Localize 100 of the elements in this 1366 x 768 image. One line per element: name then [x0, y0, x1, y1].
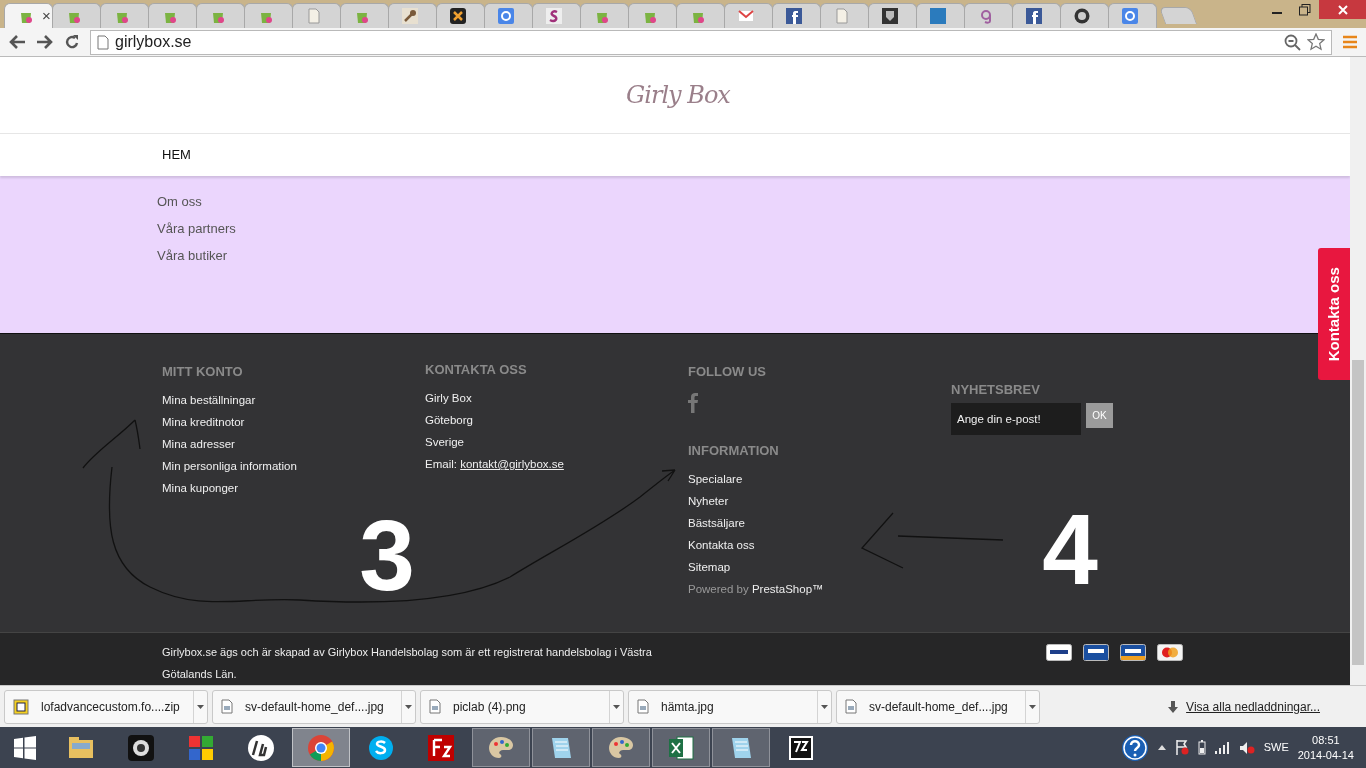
caret-icon	[613, 704, 620, 709]
footer-heading: NYHETSBREV	[951, 382, 1040, 398]
zoom-out-icon[interactable]	[1284, 33, 1301, 51]
dropdown-button[interactable]	[401, 690, 415, 723]
envelope-icon	[738, 8, 754, 24]
page-icon	[834, 8, 850, 24]
windows-start-icon[interactable]	[13, 735, 37, 760]
dropdown-button[interactable]	[193, 690, 207, 723]
clock-date[interactable]: 2014-04-14	[1297, 747, 1354, 763]
footer-link[interactable]: Nyheter	[688, 494, 729, 508]
browser-tab[interactable]	[772, 3, 821, 28]
contact-tab[interactable]: Kontakta oss	[1318, 248, 1350, 380]
annotation-number: 3	[359, 499, 415, 611]
puzzle-icon	[187, 733, 215, 762]
close-tab-button[interactable]: ×	[42, 8, 51, 23]
filezilla-logo-icon	[427, 733, 455, 762]
dropdown-button[interactable]	[817, 690, 831, 723]
image-file-icon	[845, 699, 857, 714]
footer-link[interactable]: Sitemap	[688, 560, 731, 574]
f-logo-icon	[1026, 8, 1042, 24]
show-all-downloads-link[interactable]: Visa alla nedladdningar...	[1186, 697, 1320, 716]
help-icon[interactable]	[1120, 733, 1149, 762]
restore-icon[interactable]	[1299, 3, 1311, 16]
dropdown-button[interactable]	[609, 690, 623, 723]
browser-tab[interactable]: ×	[4, 3, 53, 28]
footer-link[interactable]: Mina beställningar	[162, 393, 256, 407]
close-window-button[interactable]	[1319, 0, 1366, 19]
clock-time[interactable]: 08:51	[1297, 732, 1354, 748]
browser-tab[interactable]	[868, 3, 917, 28]
footer-link[interactable]: Mina kuponger	[162, 481, 239, 495]
nav-link[interactable]: HEM	[162, 145, 191, 165]
image-file-icon	[221, 699, 233, 714]
taskbar-button[interactable]	[652, 728, 710, 767]
caret-icon	[197, 704, 204, 709]
browser-tab[interactable]	[532, 3, 581, 28]
caret-icon	[405, 704, 412, 709]
footer-heading: FOLLOW US	[688, 364, 766, 380]
image-file-icon	[429, 699, 441, 714]
shield-icon	[882, 8, 898, 24]
site-logo[interactable]: Girly Box	[626, 77, 730, 113]
browser-tab[interactable]	[388, 3, 437, 28]
spreadsheet-icon	[667, 733, 695, 762]
email-input[interactable]: Ange din e-post!	[951, 403, 1081, 435]
archive-file-icon	[13, 698, 29, 715]
battery-icon[interactable]	[1197, 740, 1206, 755]
browser-tab[interactable]	[1012, 3, 1061, 28]
letter-logo-icon	[546, 8, 562, 24]
letter-logo-icon	[1122, 8, 1138, 24]
image-file-icon	[637, 699, 649, 714]
signal-bars-icon[interactable]	[1214, 741, 1230, 754]
wrench-icon	[402, 8, 418, 24]
forward-icon[interactable]	[36, 34, 54, 50]
f-logo-icon	[786, 8, 802, 24]
show-hidden-icons-icon[interactable]	[1157, 745, 1166, 750]
page-icon	[97, 34, 109, 50]
contact-text: Girly Box	[425, 391, 472, 405]
footer-heading: INFORMATION	[688, 443, 779, 459]
page-icon	[306, 8, 322, 24]
footer-link[interactable]: Bästsäljare	[688, 516, 745, 530]
visa-card-icon	[1120, 644, 1146, 661]
round-logo-icon	[307, 733, 335, 762]
facebook-icon[interactable]	[688, 393, 698, 413]
letter-logo-icon	[978, 8, 994, 24]
email-link[interactable]: kontakt@girlybox.se	[460, 458, 564, 470]
visa-card-icon	[1083, 644, 1109, 661]
scrollbar-thumb[interactable]	[1352, 360, 1364, 665]
bookmark-star-icon[interactable]	[1307, 33, 1325, 51]
info-link[interactable]: Om oss	[157, 193, 202, 211]
footer-link[interactable]: Min personliga information	[162, 459, 297, 473]
chat-bubble-icon	[367, 733, 395, 762]
footer-link[interactable]: Mina kreditnotor	[162, 415, 245, 429]
paypal-card-icon	[1046, 644, 1072, 661]
contact-text: Göteborg	[425, 413, 473, 427]
archive-logo-icon	[787, 733, 815, 762]
square-icon	[930, 8, 946, 24]
camera-icon	[127, 733, 155, 762]
footer-link[interactable]: Specialare	[688, 472, 743, 486]
info-link[interactable]: Våra butiker	[157, 247, 228, 265]
address-bar[interactable]: girlybox.se	[90, 29, 1332, 55]
dropdown-button[interactable]	[1025, 690, 1039, 723]
scrollbar[interactable]	[1350, 57, 1366, 685]
letter-logo-icon	[498, 8, 514, 24]
powered-by-text: Powered by PrestaShop™	[688, 582, 824, 596]
mastercard-card-icon	[1157, 644, 1183, 661]
menu-icon[interactable]	[1342, 34, 1358, 50]
legal-text: Girlybox.se ägs och är skapad av Girlybox Handelsbolag som är ett registrerat handelsbolag i Västra Götalands Län.	[162, 645, 653, 682]
browser-tab[interactable]	[1060, 3, 1109, 28]
language-indicator[interactable]: SWE	[1263, 739, 1289, 756]
browser-tab[interactable]	[436, 3, 485, 28]
flag-icon[interactable]	[1174, 740, 1189, 755]
round-logo-icon	[247, 733, 275, 762]
download-arrow-icon	[1168, 700, 1179, 713]
footer-link[interactable]: Mina adresser	[162, 437, 235, 451]
info-link[interactable]: Våra partners	[157, 220, 236, 238]
muted-speaker-icon[interactable]	[1238, 740, 1255, 755]
back-icon[interactable]	[8, 34, 26, 50]
annotation-number: 4	[1042, 493, 1098, 605]
contact-text: Sverige	[425, 435, 464, 449]
footer-link[interactable]: Kontakta oss	[688, 538, 755, 552]
reload-icon[interactable]	[64, 34, 80, 50]
